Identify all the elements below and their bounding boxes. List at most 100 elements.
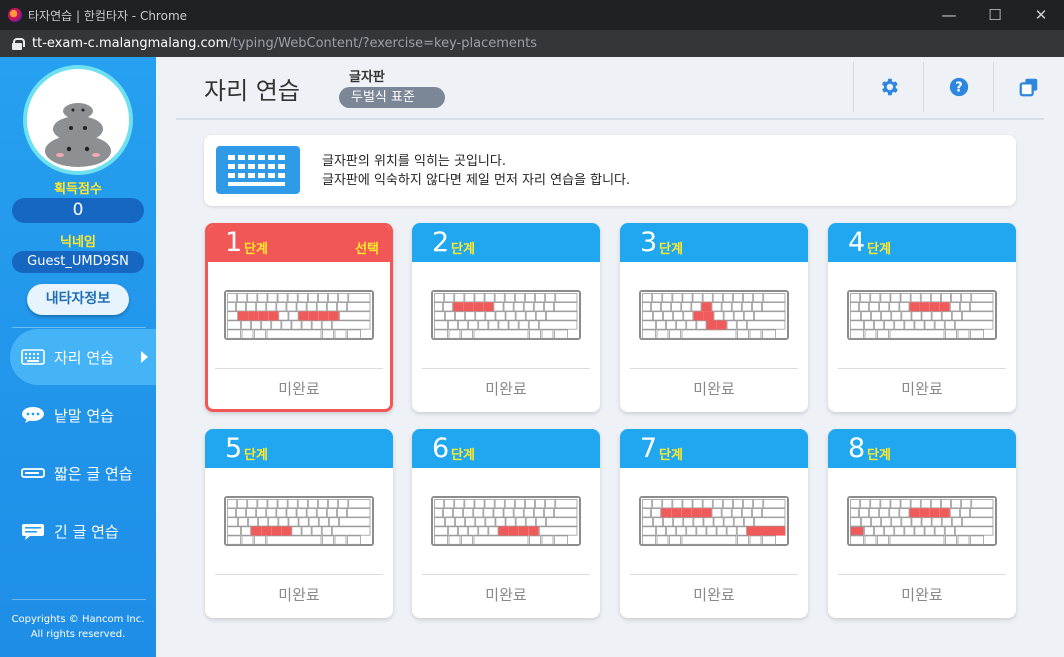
nickname-value: Guest_UMD9SN — [12, 251, 144, 273]
sidebar-item-long-text[interactable]: 긴 글 연습 — [10, 503, 156, 559]
chrome-app-icon — [8, 8, 22, 22]
stage-status: 미완료 — [278, 586, 320, 604]
sidebar: 획득점수 0 닉네임 Guest_UMD9SN 내타자정보 자리 연습 낱말 연… — [0, 57, 156, 657]
stage-card-3[interactable]: 3 단계 미완료 — [620, 223, 808, 412]
card-divider — [215, 368, 383, 369]
page-title: 자리 연습 — [204, 77, 300, 105]
stage-card-header: 6 단계 — [412, 429, 600, 468]
keyboard-diagram — [639, 290, 789, 340]
keyboard-icon — [21, 349, 45, 365]
sidebar-item-word-practice[interactable]: 낱말 연습 — [10, 387, 156, 443]
sidebar-divider — [12, 599, 146, 600]
card-divider — [422, 368, 590, 369]
my-typing-info-button[interactable]: 내타자정보 — [27, 284, 129, 315]
stage-card-header: 4 단계 — [828, 223, 1016, 262]
stage-status: 미완료 — [901, 380, 943, 398]
sidebar-item-key-placement[interactable]: 자리 연습 — [10, 329, 156, 385]
avatar — [23, 65, 133, 175]
card-divider — [422, 574, 590, 575]
stage-card-header: 2 단계 — [412, 223, 600, 262]
svg-text:?: ? — [955, 81, 962, 96]
stage-card-4[interactable]: 4 단계 미완료 — [828, 223, 1016, 412]
stage-label: 단계 — [244, 448, 268, 463]
minimize-icon[interactable]: — — [926, 0, 972, 30]
stage-label: 단계 — [244, 242, 268, 257]
sidebar-item-label: 긴 글 연습 — [54, 522, 119, 541]
stage-card-6[interactable]: 6 단계 미완료 — [412, 429, 600, 618]
url-path: /typing/WebContent/?exercise=key-placeme… — [228, 36, 537, 51]
keyboard-diagram — [431, 496, 581, 546]
chevron-right-icon — [141, 351, 148, 363]
sidebar-item-short-text[interactable]: 짧은 글 연습 — [10, 445, 156, 501]
settings-button[interactable] — [853, 62, 923, 112]
stage-number: 4 — [848, 227, 866, 258]
stage-card-header: 7 단계 — [620, 429, 808, 468]
stage-status: 미완료 — [278, 380, 320, 398]
info-line: 글자판에 익숙하지 않다면 제일 먼저 자리 연습을 합니다. — [322, 173, 631, 188]
stage-number: 2 — [432, 227, 450, 258]
card-divider — [630, 368, 798, 369]
keyboard-layout-select[interactable]: 두벌식 표준 — [339, 87, 445, 108]
keyboard-diagram — [224, 496, 374, 546]
window-popup-button[interactable] — [993, 62, 1063, 112]
stage-number: 7 — [640, 433, 658, 464]
stage-number: 8 — [848, 433, 866, 464]
stage-card-7[interactable]: 7 단계 미완료 — [620, 429, 808, 618]
info-line: 글자판의 위치를 익히는 곳입니다. — [322, 154, 506, 169]
help-icon: ? — [949, 77, 968, 97]
keyboard-diagram — [224, 290, 374, 340]
stage-status: 미완료 — [693, 586, 735, 604]
selected-label: 선택 — [355, 242, 379, 257]
keyboard-diagram — [431, 290, 581, 340]
keyboard-diagram — [639, 496, 789, 546]
stage-number: 6 — [432, 433, 450, 464]
copyright: Copyrights © Hancom Inc. All rights rese… — [0, 612, 156, 642]
help-button[interactable]: ? — [923, 62, 993, 112]
stage-card-header: 1 단계 선택 — [208, 226, 390, 262]
sidebar-item-label: 짧은 글 연습 — [54, 464, 133, 483]
stage-label: 단계 — [451, 448, 475, 463]
info-text: 글자판의 위치를 익히는 곳입니다. 글자판에 익숙하지 않다면 제일 먼저 자… — [322, 152, 630, 190]
close-icon[interactable]: ✕ — [1018, 0, 1064, 30]
speech-bubble-icon — [22, 407, 44, 423]
popup-window-icon — [1019, 78, 1037, 97]
stage-label: 단계 — [451, 242, 475, 257]
keyboard-layout-label: 글자판 — [349, 70, 385, 85]
stage-label: 단계 — [659, 242, 683, 257]
stage-status: 미완료 — [485, 380, 527, 398]
stage-status: 미완료 — [693, 380, 735, 398]
stage-card-8[interactable]: 8 단계 미완료 — [828, 429, 1016, 618]
lock-icon — [12, 37, 25, 50]
score-label: 획득점수 — [54, 182, 102, 197]
card-divider — [838, 368, 1006, 369]
card-divider — [215, 574, 383, 575]
keyboard-icon — [216, 146, 300, 194]
long-text-icon — [22, 524, 44, 540]
copyright-line: All rights reserved. — [30, 629, 126, 640]
stage-label: 단계 — [867, 242, 891, 257]
stage-card-header: 3 단계 — [620, 223, 808, 262]
nickname-label: 닉네임 — [60, 235, 96, 250]
stage-label: 단계 — [659, 448, 683, 463]
stage-status: 미완료 — [485, 586, 527, 604]
card-divider — [630, 574, 798, 575]
address-bar[interactable]: tt-exam-c.malangmalang.com/typing/WebCon… — [0, 30, 1064, 57]
main-content: 자리 연습 글자판 두벌식 표준 ? 글자판의 위치를 익히는 곳입니다. 글자… — [156, 57, 1064, 657]
stage-card-header: 8 단계 — [828, 429, 1016, 468]
stage-card-header: 5 단계 — [205, 429, 393, 468]
keyboard-diagram — [847, 496, 997, 546]
stage-number: 3 — [640, 227, 658, 258]
stage-card-2[interactable]: 2 단계 미완료 — [412, 223, 600, 412]
sidebar-item-label: 자리 연습 — [54, 348, 114, 367]
stage-card-5[interactable]: 5 단계 미완료 — [205, 429, 393, 618]
stage-number: 1 — [225, 227, 243, 258]
sidebar-item-label: 낱말 연습 — [54, 406, 114, 425]
stage-label: 단계 — [867, 448, 891, 463]
info-box: 글자판의 위치를 익히는 곳입니다. 글자판에 익숙하지 않다면 제일 먼저 자… — [204, 135, 1016, 206]
maximize-icon[interactable]: ☐ — [972, 0, 1018, 30]
window-title: 타자연습 | 한컴타자 - Chrome — [28, 8, 188, 23]
gear-icon — [881, 78, 898, 96]
card-divider — [838, 574, 1006, 575]
stage-card-1[interactable]: 1 단계 선택 미완료 — [205, 223, 393, 412]
copyright-line: Copyrights © Hancom Inc. — [11, 614, 145, 625]
